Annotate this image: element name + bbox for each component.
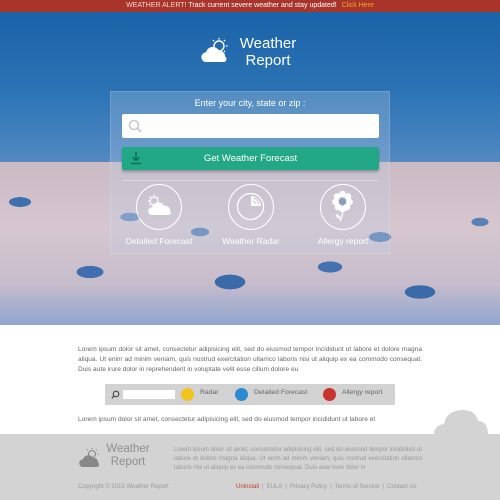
feature-label: Allergy report <box>317 236 369 246</box>
footer-logo-line1: Weather <box>106 443 150 455</box>
alert-prefix: WEATHER ALERT! <box>126 2 187 9</box>
logo-title-line1: Weather <box>239 35 297 52</box>
flower-icon <box>332 190 353 222</box>
alert-message: Track current severe weather and stay up… <box>188 2 337 9</box>
sun-cloud-icon <box>79 448 100 467</box>
logo-title-line2: Report <box>245 52 291 69</box>
privacy-policy-link[interactable]: Privacy Policy <box>290 484 327 490</box>
link-separator: | <box>382 484 384 490</box>
alert-click-here-link[interactable]: Click Here <box>342 2 374 9</box>
feature-weather-radar[interactable]: Weather Radar <box>206 184 296 252</box>
search-panel: Enter your city, state or zip : Get Weat… <box>110 91 390 254</box>
logo: Weather Report <box>200 35 310 71</box>
sun-cloud-icon <box>201 38 228 62</box>
radar-icon <box>181 388 194 401</box>
sun-icon <box>235 388 248 401</box>
feature-circle <box>228 184 274 230</box>
feature-label: Detailed Forecast <box>125 236 193 246</box>
weather-alert-bar: WEATHER ALERT! Track current severe weat… <box>0 0 500 12</box>
forecast-button-label: Get Weather Forecast <box>203 153 298 164</box>
location-search-field[interactable] <box>122 114 379 138</box>
uninstall-link[interactable]: Uninstall <box>236 484 259 490</box>
get-weather-forecast-button[interactable]: Get Weather Forecast <box>122 147 379 170</box>
intro-paragraph: Lorem ipsum dolor sit amet, consectetur … <box>78 346 422 373</box>
feature-label: Weather Radar <box>222 236 280 246</box>
search-icon <box>128 119 142 133</box>
cloud-decoration-icon <box>434 410 488 435</box>
footer-logo-line2: Report <box>110 456 146 468</box>
link-separator: | <box>285 484 287 490</box>
footer-logo: Weather Report <box>78 443 158 473</box>
sun-cloud-icon <box>148 194 171 215</box>
panel-divider <box>122 180 379 181</box>
secondary-paragraph: Lorem ipsum dolor sit amet, consectetur … <box>78 416 376 423</box>
link-separator: | <box>262 484 264 490</box>
terms-of-service-link[interactable]: Terms of Service <box>335 484 380 490</box>
allergy-icon <box>323 388 336 401</box>
footer-links: Uninstall | EULA | Privacy Policy | Terms of S… <box>236 484 417 490</box>
copyright: Copyright © 2015 Weather Report <box>78 484 169 490</box>
feature-circle <box>136 184 182 230</box>
quick-toolbar: Radar Detailed Forecast Allergy report <box>105 384 395 405</box>
eula-link[interactable]: EULA <box>267 484 283 490</box>
footer-description: Lorem ipsum dolor sit amet, consectetur … <box>174 447 422 471</box>
feature-allergy-report[interactable]: Allergy report <box>298 184 388 252</box>
toolbar-item-label: Radar <box>200 389 219 396</box>
feature-circle <box>320 184 366 230</box>
radar-icon <box>236 192 265 221</box>
search-prompt: Enter your city, state or zip : <box>194 98 306 108</box>
feature-detailed-forecast[interactable]: Detailed Forecast <box>114 184 204 252</box>
contact-us-link[interactable]: Contact Us <box>387 484 417 490</box>
location-search-input[interactable] <box>144 114 374 138</box>
toolbar-item-label: Detailed Forecast <box>254 389 308 396</box>
download-icon <box>130 152 142 165</box>
toolbar-search-input[interactable] <box>123 390 175 399</box>
link-separator: | <box>330 484 332 490</box>
search-icon <box>111 390 120 399</box>
toolbar-item-label: Allergy report <box>342 389 383 396</box>
